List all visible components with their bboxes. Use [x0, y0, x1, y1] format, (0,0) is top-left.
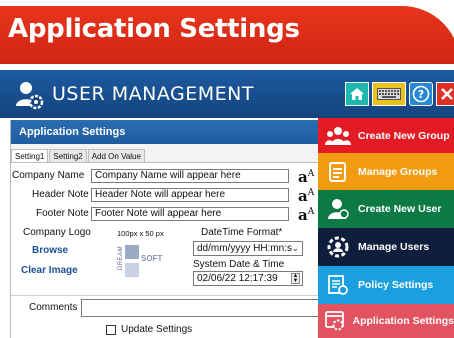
logo-box-icon — [125, 245, 139, 259]
help-button[interactable]: ? — [409, 82, 433, 106]
menu-application-settings[interactable]: Application Settings — [318, 304, 454, 338]
menu-label-application-settings: Application Settings — [352, 315, 454, 327]
page-banner: Application Settings — [0, 0, 454, 66]
settings-tabs: Setting1 Setting2 Add On Value — [11, 149, 146, 163]
home-icon — [350, 88, 364, 100]
menu-create-new-user[interactable]: Create New User — [318, 190, 454, 228]
clear-image-button[interactable]: Clear Image — [21, 265, 78, 276]
app-window: USER MANAGEMENT ? Application Settings S… — [0, 70, 454, 338]
keyboard-icon — [377, 88, 401, 100]
logo-size-hint: 100px x 50 px — [117, 229, 164, 238]
menu-label-manage-users: Manage Users — [358, 241, 430, 253]
tab-setting1[interactable]: Setting1 — [11, 149, 49, 163]
settings-window-icon — [325, 311, 345, 331]
footer-note-label: Footer Note — [36, 208, 89, 219]
browse-button[interactable]: Browse — [32, 245, 68, 256]
close-icon — [441, 88, 453, 100]
datetime-format-select[interactable]: dd/mm/yyyy HH:mn:s ⌄ — [193, 241, 303, 256]
company-name-input[interactable]: Company Name will appear here — [91, 169, 289, 183]
menu-label-manage-groups: Manage Groups — [358, 165, 438, 178]
document-list-icon — [329, 161, 346, 182]
menu-label-create-new-group: Create New Group — [358, 129, 450, 142]
logo-box-icon-2 — [125, 263, 139, 277]
help-icon: ? — [412, 85, 430, 103]
company-name-font-button[interactable]: aA — [298, 168, 314, 186]
tab-add-on-value[interactable]: Add On Value — [87, 149, 145, 163]
logo-text-soft: SOFT — [141, 254, 163, 263]
header-note-font-button[interactable]: aA — [298, 187, 314, 205]
logo-text-dream: DREAM — [118, 245, 125, 271]
menu-label-policy-settings: Policy Settings — [358, 279, 434, 291]
menu-manage-groups[interactable]: Manage Groups — [318, 153, 454, 190]
tab-setting2[interactable]: Setting2 — [49, 149, 87, 163]
company-logo-label: Company Logo — [23, 227, 91, 238]
company-name-label: Company Name — [12, 170, 85, 181]
update-settings-label: Update Settings — [121, 324, 193, 335]
close-button[interactable] — [436, 82, 454, 106]
footer-note-font-button[interactable]: aA — [298, 206, 314, 224]
svg-text:?: ? — [418, 88, 424, 101]
menu-label-create-new-user: Create New User — [358, 203, 442, 215]
menu-create-new-group[interactable]: Create New Group — [318, 118, 454, 153]
user-add-icon — [328, 199, 349, 219]
home-button[interactable] — [345, 82, 369, 106]
user-gear-icon — [327, 236, 349, 258]
settings-form: Company Name Company Name will appear he… — [11, 162, 321, 338]
datetime-format-value: dd/mm/yyyy HH:mn:s — [197, 243, 293, 254]
system-datetime-picker[interactable]: 02/06/22 12:17:39 ▲ ▼ — [193, 271, 303, 286]
policy-icon — [328, 275, 348, 295]
system-datetime-label: System Date & Time — [193, 259, 285, 270]
system-datetime-value: 02/06/22 12:17:39 — [197, 273, 278, 284]
app-header: USER MANAGEMENT ? — [0, 70, 454, 118]
footer-note-input[interactable]: Footer Note will appear here — [91, 207, 289, 221]
user-gear-logo-icon — [16, 82, 44, 110]
keyboard-button[interactable] — [372, 82, 406, 106]
page-title: Application Settings — [8, 14, 300, 44]
menu-manage-users[interactable]: Manage Users — [318, 228, 454, 266]
panel-title: Application Settings — [11, 120, 321, 144]
settings-panel: Application Settings Setting1 Setting2 A… — [10, 120, 321, 338]
group-add-icon — [325, 126, 351, 145]
header-note-input[interactable]: Header Note will appear here — [91, 188, 289, 202]
form-separator — [11, 295, 321, 296]
comments-input[interactable] — [81, 299, 321, 317]
chevron-down-icon: ⌄ — [291, 243, 299, 253]
menu-policy-settings[interactable]: Policy Settings — [318, 266, 454, 304]
datetime-spinner-icon[interactable]: ▲ ▼ — [291, 273, 300, 284]
company-logo-preview: DREAM SOFT — [117, 241, 163, 283]
header-note-label: Header Note — [32, 189, 89, 200]
datetime-format-label: DateTime Format* — [201, 227, 283, 238]
app-title: USER MANAGEMENT — [52, 83, 254, 105]
comments-label: Comments — [29, 302, 78, 313]
update-settings-checkbox[interactable] — [106, 325, 116, 335]
